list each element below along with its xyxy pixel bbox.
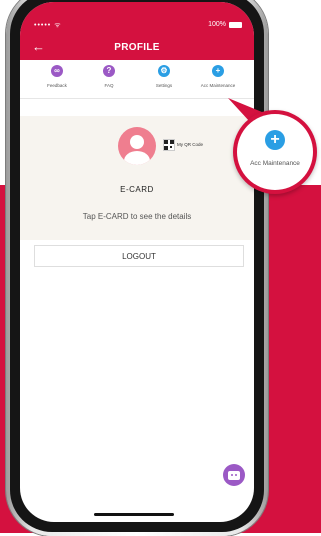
tab-label: Feedback (47, 83, 67, 88)
home-indicator (94, 513, 174, 516)
nav-bar: ← PROFILE (20, 36, 254, 60)
robot-icon (228, 470, 240, 480)
chatbot-button[interactable] (223, 464, 245, 486)
tab-feedback[interactable]: ∞ Feedback (27, 65, 87, 88)
qr-code-icon[interactable] (163, 139, 175, 151)
status-bar: ••••• ᯤ 100% (20, 2, 254, 36)
faq-icon: ? (103, 65, 115, 77)
profile-tabs: ∞ Feedback ? FAQ ⚙ Settings + Acc Mainte… (20, 60, 254, 99)
battery-icon (229, 21, 242, 28)
plus-icon: + (265, 130, 285, 150)
feedback-icon: ∞ (51, 65, 63, 77)
avatar-head (130, 135, 144, 149)
qr-code-label[interactable]: My QR Code (177, 142, 203, 147)
tab-acc-maintenance[interactable]: + Acc Maintenance (188, 65, 248, 88)
ecard-title: E-CARD (120, 185, 154, 194)
battery-indicator: 100% (208, 21, 242, 28)
tab-label: FAQ (104, 83, 114, 88)
plus-icon: + (212, 65, 224, 77)
callout-label: Acc Maintenance (250, 160, 300, 167)
phone-frame: ••••• ᯤ 100% ← PROFILE ∞ Feedback ? FAQ (6, 0, 268, 536)
tab-label: Acc Maintenance (200, 83, 236, 88)
avatar[interactable] (118, 127, 156, 165)
signal-indicator: ••••• ᯤ (34, 22, 62, 29)
app-screen: ••••• ᯤ 100% ← PROFILE ∞ Feedback ? FAQ (20, 2, 254, 522)
page-title: PROFILE (114, 42, 160, 53)
avatar-body (124, 151, 150, 165)
logout-button[interactable]: LOGOUT (34, 245, 244, 267)
battery-percent: 100% (208, 21, 226, 28)
tab-label: Settings (155, 83, 173, 88)
phone-bezel: ••••• ᯤ 100% ← PROFILE ∞ Feedback ? FAQ (10, 0, 264, 532)
ecard-hint: Tap E-CARD to see the details (82, 212, 192, 221)
gear-icon: ⚙ (158, 65, 170, 77)
tab-settings[interactable]: ⚙ Settings (134, 65, 194, 88)
acc-maintenance-callout[interactable]: + Acc Maintenance (237, 114, 313, 190)
tab-faq[interactable]: ? FAQ (79, 65, 139, 88)
